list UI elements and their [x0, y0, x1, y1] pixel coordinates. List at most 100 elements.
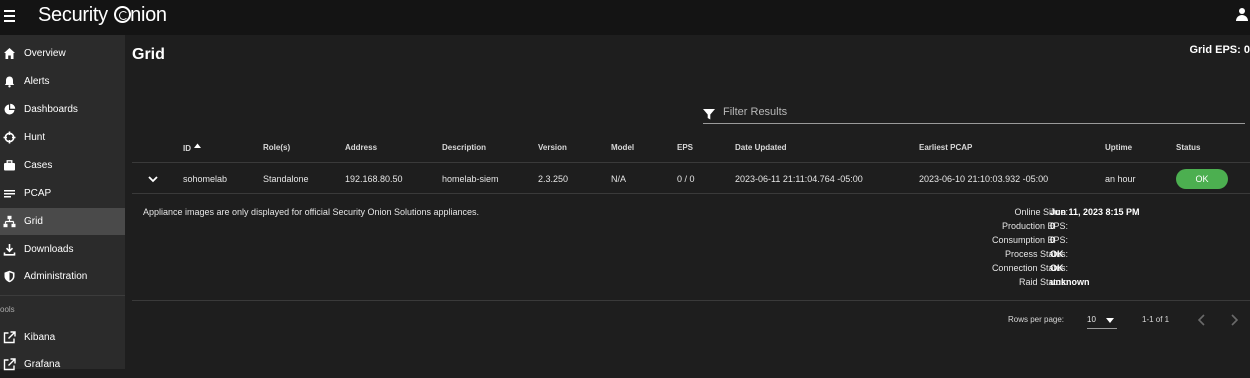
briefcase-icon [3, 159, 16, 172]
sidebar-item-label: Dashboards [24, 104, 78, 115]
cell-roles: Standalone [263, 174, 309, 184]
sidebar-item-label: Grid [24, 216, 43, 227]
next-page-icon[interactable] [1227, 312, 1241, 328]
sidebar-item-administration[interactable]: Administration [0, 263, 125, 290]
external-link-icon [3, 358, 16, 371]
status-ok-button[interactable]: OK [1176, 169, 1228, 189]
rows-per-page-value: 10 [1087, 315, 1096, 324]
sidebar-item-dashboards[interactable]: Dashboards [0, 96, 125, 123]
list-icon [3, 187, 16, 200]
consumption-eps-value: 0 [1050, 235, 1056, 245]
column-header-id[interactable]: ID [183, 143, 202, 153]
process-status-label: Process Status: [1004, 249, 1068, 259]
cell-id: sohomelab [183, 174, 228, 184]
external-link-icon [3, 331, 16, 344]
grid-table: ID Role(s) Address Description Version M… [132, 133, 1250, 301]
bell-icon [3, 75, 16, 88]
tools-subheader: ools [0, 305, 15, 314]
raid-status-value: unknown [1050, 277, 1090, 287]
cell-eps: 0 / 0 [677, 174, 695, 184]
sidebar-item-label: Grafana [24, 359, 61, 370]
cell-description: homelab-siem [442, 174, 499, 184]
page-title: Grid [132, 46, 165, 63]
online-since-label: Online Since: [1014, 207, 1068, 217]
column-header-date-updated[interactable]: Date Updated [735, 143, 787, 152]
app-logo[interactable]: Security nion [38, 4, 167, 27]
filter-input[interactable] [723, 104, 1233, 120]
online-since-value: Jun 11, 2023 8:15 PM [1050, 207, 1140, 217]
sidebar-item-downloads[interactable]: Downloads [0, 236, 125, 263]
production-eps-value: 0 [1050, 221, 1056, 231]
production-eps-label: Production EPS: [1001, 221, 1068, 231]
pie-chart-icon [3, 103, 16, 116]
sidebar-item-kibana[interactable]: Kibana [0, 324, 125, 351]
brand-text-prefix: Security [38, 4, 108, 26]
sidebar-item-overview[interactable]: Overview [0, 40, 125, 67]
cell-version: 2.3.250 [538, 174, 569, 184]
hamburger-menu-icon[interactable] [4, 8, 18, 24]
sidebar-item-cases[interactable]: Cases [0, 152, 125, 179]
cell-date-updated: 2023-06-11 21:11:04.764 -05:00 [735, 174, 863, 184]
sidebar-item-label: Alerts [24, 76, 50, 87]
column-header-earliest-pcap[interactable]: Earliest PCAP [919, 143, 972, 152]
sidebar-item-label: Kibana [24, 332, 56, 343]
sidebar-item-grid[interactable]: Grid [0, 208, 125, 235]
pagination: Rows per page: 10 1-1 of 1 [125, 311, 1250, 331]
consumption-eps-label: Consumption EPS: [991, 235, 1068, 245]
sidebar-item-label: Downloads [24, 244, 74, 255]
column-header-eps[interactable]: EPS [677, 143, 693, 152]
shield-icon [3, 270, 16, 283]
rows-per-page-select[interactable]: 10 [1087, 311, 1117, 329]
home-icon [3, 47, 16, 60]
crosshair-icon [3, 131, 16, 144]
column-header-version[interactable]: Version [538, 143, 567, 152]
sidebar-item-label: Overview [24, 48, 66, 59]
detail-labels: Online Since: Production EPS: Consumptio… [848, 205, 1068, 289]
row-detail-panel: Appliance images are only displayed for … [132, 194, 1250, 301]
column-header-description[interactable]: Description [442, 143, 486, 152]
app-bar: Security nion [0, 0, 1250, 35]
sidebar-item-label: Cases [24, 160, 53, 171]
filter-icon [703, 107, 715, 120]
sidebar-item-label: Administration [24, 271, 88, 282]
previous-page-icon[interactable] [1195, 312, 1209, 328]
rows-per-page-label: Rows per page: [1008, 315, 1065, 324]
detail-values: Jun 11, 2023 8:15 PM 0 0 OK OK unknown [1050, 205, 1140, 289]
sidebar-item-hunt[interactable]: Hunt [0, 124, 125, 151]
appliance-note: Appliance images are only displayed for … [143, 207, 480, 217]
sidebar: Overview Alerts Dashboards Hunt Cases PC… [0, 35, 125, 371]
raid-status-label: Raid Status: [1018, 277, 1068, 287]
main-content: Grid Grid EPS: 0 ID Role(s) Address Desc… [125, 35, 1250, 369]
column-header-address[interactable]: Address [345, 143, 377, 152]
page-range: 1-1 of 1 [1142, 315, 1170, 324]
connection-status-value: OK [1050, 263, 1064, 273]
column-header-label: ID [183, 144, 191, 153]
filter-field [703, 102, 1245, 124]
dropdown-arrow-icon [1106, 318, 1114, 323]
sidebar-divider [0, 295, 125, 296]
column-header-uptime[interactable]: Uptime [1105, 143, 1132, 152]
sidebar-item-grafana[interactable]: Grafana [0, 351, 125, 378]
process-status-value: OK [1050, 249, 1064, 259]
onion-logo-icon [114, 6, 132, 23]
user-account-icon[interactable] [1236, 8, 1248, 22]
grid-eps: Grid EPS: 0 [1189, 44, 1250, 56]
cell-address: 192.168.80.50 [345, 174, 403, 184]
table-row[interactable]: sohomelab Standalone 192.168.80.50 homel… [132, 163, 1250, 194]
sidebar-item-label: PCAP [24, 188, 52, 199]
sidebar-item-alerts[interactable]: Alerts [0, 68, 125, 95]
column-header-roles[interactable]: Role(s) [263, 143, 290, 152]
cell-uptime: an hour [1105, 174, 1136, 184]
network-icon [3, 215, 16, 228]
chevron-down-icon[interactable] [147, 172, 159, 184]
connection-status-label: Connection Status: [991, 263, 1068, 273]
column-header-model[interactable]: Model [611, 143, 634, 152]
cell-model: N/A [611, 174, 627, 184]
brand-text-suffix: nion [130, 4, 167, 26]
cell-earliest-pcap: 2023-06-10 21:10:03.932 -05:00 [919, 174, 1049, 184]
sidebar-item-pcap[interactable]: PCAP [0, 180, 125, 207]
table-header: ID Role(s) Address Description Version M… [132, 133, 1250, 163]
column-header-status[interactable]: Status [1176, 143, 1200, 152]
sidebar-item-label: Hunt [24, 132, 46, 143]
sort-ascending-icon [194, 143, 202, 148]
